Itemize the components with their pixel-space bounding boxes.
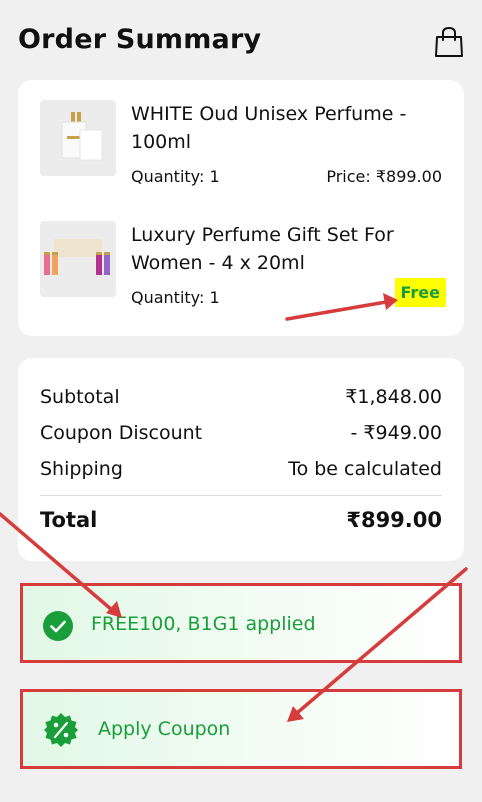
discount-badge-icon [44, 713, 78, 747]
subtotal-row: Subtotal ₹1,848.00 [40, 386, 442, 410]
total-row: Total ₹899.00 [40, 508, 442, 532]
item-name: Luxury Perfume Gift Set For Women - 4 x … [131, 224, 394, 274]
order-items-card: WHITE Oud Unisex Perfume - 100ml Quantit… [18, 80, 464, 336]
free-badge: Free [394, 278, 446, 307]
subtotal-label: Subtotal [40, 386, 120, 408]
item-quantity: Quantity: 1 [131, 288, 220, 307]
apply-coupon-label: Apply Coupon [98, 718, 231, 740]
product-thumbnail [40, 221, 116, 297]
shipping-label: Shipping [40, 458, 123, 480]
apply-coupon-button[interactable]: Apply Coupon [20, 689, 462, 769]
product-thumbnail [40, 100, 116, 176]
item-name: WHITE Oud Unisex Perfume - 100ml [131, 103, 407, 153]
subtotal-value: ₹1,848.00 [345, 386, 442, 408]
order-item[interactable]: WHITE Oud Unisex Perfume - 100ml Quantit… [40, 100, 442, 200]
check-circle-icon [43, 611, 73, 641]
total-value: ₹899.00 [346, 508, 442, 532]
header: Order Summary [18, 24, 464, 64]
shipping-row: Shipping To be calculated [40, 458, 442, 482]
order-item[interactable]: Luxury Perfume Gift Set For Women - 4 x … [40, 221, 446, 321]
item-quantity: Quantity: 1 [131, 167, 220, 186]
totals-card: Subtotal ₹1,848.00 Coupon Discount - ₹94… [18, 358, 464, 561]
page-title: Order Summary [18, 24, 262, 55]
applied-coupon-banner[interactable]: FREE100, B1G1 applied [20, 583, 462, 663]
discount-value: - ₹949.00 [350, 422, 442, 444]
applied-coupon-text: FREE100, B1G1 applied [91, 613, 316, 635]
shipping-value: To be calculated [288, 458, 442, 480]
discount-label: Coupon Discount [40, 422, 203, 444]
divider [40, 495, 442, 496]
discount-row: Coupon Discount - ₹949.00 [40, 422, 442, 446]
total-label: Total [40, 508, 98, 532]
shopping-bag-icon[interactable] [434, 26, 464, 58]
item-price: Price: ₹899.00 [326, 167, 442, 186]
